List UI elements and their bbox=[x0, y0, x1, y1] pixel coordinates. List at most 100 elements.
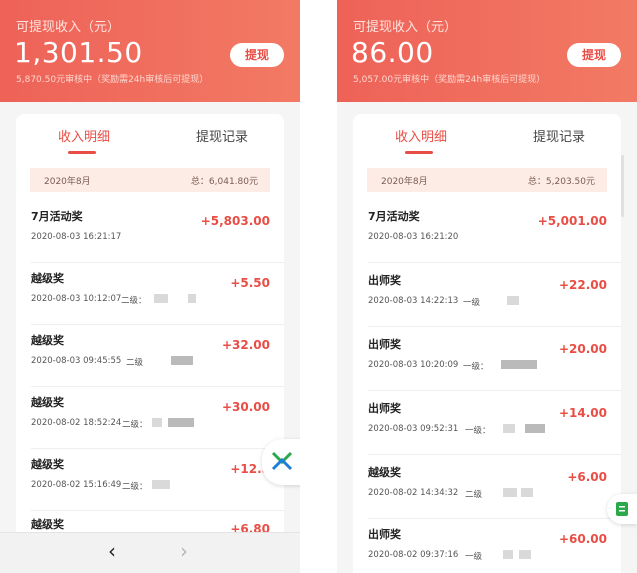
reward-amount: +6.00 bbox=[567, 470, 607, 484]
reward-amount: +5.50 bbox=[230, 276, 270, 290]
reward-title: 越级奖 bbox=[368, 466, 401, 479]
pending-review-note: 5,057.00元审核中（奖励需24h审核后可提现） bbox=[353, 75, 546, 85]
month-label: 2020年8月 bbox=[44, 177, 91, 187]
income-card: 收入明细 提现记录 2020年8月 总：6,041.80元 7月活动奖 +5,8… bbox=[16, 114, 284, 573]
withdrawable-label: 可提现收入（元） bbox=[353, 20, 458, 35]
active-tab-indicator bbox=[405, 151, 433, 154]
list-item[interactable]: 出师奖 +14.00 2020-08-03 09:52:31 一级： bbox=[353, 400, 621, 462]
referral-level: 一级： bbox=[463, 362, 489, 372]
income-header: 可提现收入（元） 86.00 5,057.00元审核中（奖励需24h审核后可提现… bbox=[337, 0, 637, 102]
list-item[interactable]: 出师奖 +22.00 2020-08-03 14:22:13 一级 bbox=[353, 272, 621, 334]
forward-button[interactable]: › bbox=[180, 539, 188, 563]
reward-title: 越级奖 bbox=[31, 458, 64, 471]
row-divider bbox=[31, 324, 284, 325]
left-screen: 可提现收入（元） 1,301.50 5,870.50元审核中（奖励需24h审核后… bbox=[0, 0, 300, 573]
reward-amount: +60.00 bbox=[558, 532, 607, 546]
reward-time: 2020-08-03 16:21:17 bbox=[31, 232, 122, 242]
pending-review-note: 5,870.50元审核中（奖励需24h审核后可提现） bbox=[16, 75, 209, 85]
tab-income-details[interactable]: 收入明细 bbox=[58, 126, 110, 145]
reward-amount: +5,803.00 bbox=[200, 214, 270, 228]
list-item[interactable]: 7月活动奖 +5,001.00 2020-08-03 16:21:20 bbox=[353, 208, 621, 270]
month-label: 2020年8月 bbox=[381, 177, 428, 187]
referral-level: 二级： bbox=[121, 296, 147, 306]
reward-amount: +14.00 bbox=[558, 406, 607, 420]
reward-title: 越级奖 bbox=[31, 272, 64, 285]
tab-bar: 收入明细 提现记录 bbox=[16, 114, 284, 158]
row-divider bbox=[368, 262, 621, 263]
reward-title: 7月活动奖 bbox=[31, 210, 83, 223]
redacted-name bbox=[525, 424, 545, 433]
redacted-name bbox=[503, 550, 513, 559]
row-divider bbox=[368, 390, 621, 391]
reward-title: 出师奖 bbox=[368, 402, 401, 415]
floating-side-tab[interactable] bbox=[607, 494, 637, 524]
redacted-name bbox=[154, 294, 168, 303]
reward-amount: +32.00 bbox=[221, 338, 270, 352]
reward-time: 2020-08-03 09:52:31 bbox=[368, 424, 459, 434]
month-total: 总：6,041.80元 bbox=[190, 177, 258, 187]
redacted-name bbox=[501, 360, 537, 369]
back-button[interactable]: ‹ bbox=[108, 539, 116, 563]
reward-title: 出师奖 bbox=[368, 274, 401, 287]
list-item[interactable]: 越级奖 +6.00 2020-08-02 14:34:32 二级 bbox=[353, 464, 621, 526]
reward-time: 2020-08-03 16:21:20 bbox=[368, 232, 459, 242]
row-divider bbox=[31, 386, 284, 387]
tab-withdraw-records[interactable]: 提现记录 bbox=[533, 126, 585, 145]
list-item[interactable]: 出师奖 +20.00 2020-08-03 10:20:09 一级： bbox=[353, 336, 621, 398]
redacted-name bbox=[168, 418, 194, 427]
withdraw-button[interactable]: 提现 bbox=[567, 43, 621, 67]
reward-time: 2020-08-03 10:12:07 bbox=[31, 294, 122, 304]
reward-amount: +5,001.00 bbox=[537, 214, 607, 228]
reward-title: 出师奖 bbox=[368, 338, 401, 351]
reward-title: 越级奖 bbox=[31, 518, 64, 531]
reward-title: 7月活动奖 bbox=[368, 210, 420, 223]
list-item[interactable]: 7月活动奖 +5,803.00 2020-08-03 16:21:17 bbox=[16, 208, 284, 270]
reward-time: 2020-08-03 09:45:55 bbox=[31, 356, 122, 366]
month-summary: 2020年8月 总：6,041.80元 bbox=[30, 168, 270, 192]
income-header: 可提现收入（元） 1,301.50 5,870.50元审核中（奖励需24h审核后… bbox=[0, 0, 300, 102]
redacted-name bbox=[519, 550, 531, 559]
referral-level: 一级： bbox=[465, 426, 491, 436]
screen-gap bbox=[300, 0, 337, 573]
document-icon bbox=[616, 502, 628, 516]
withdraw-button[interactable]: 提现 bbox=[230, 43, 284, 67]
redacted-name bbox=[171, 356, 193, 365]
referral-level: 二级 bbox=[126, 358, 144, 368]
row-divider bbox=[31, 448, 284, 449]
withdrawable-amount: 86.00 bbox=[351, 36, 434, 69]
reward-time: 2020-08-02 15:16:49 bbox=[31, 480, 122, 490]
tab-withdraw-records[interactable]: 提现记录 bbox=[196, 126, 248, 145]
referral-level: 一级 bbox=[465, 552, 483, 562]
month-total: 总：5,203.50元 bbox=[527, 177, 595, 187]
redacted-name bbox=[503, 424, 515, 433]
reward-amount: +20.00 bbox=[558, 342, 607, 356]
redacted-name bbox=[188, 294, 196, 303]
withdrawable-label: 可提现收入（元） bbox=[16, 20, 121, 35]
list-item[interactable]: 出师奖 +60.00 2020-08-02 09:37:16 一级 bbox=[353, 526, 621, 573]
list-item[interactable]: 越级奖 +30.00 2020-08-02 18:52:24 二级： bbox=[16, 394, 284, 456]
row-divider bbox=[368, 454, 621, 455]
referral-level: 二级： bbox=[122, 482, 148, 492]
right-screen: 可提现收入（元） 86.00 5,057.00元审核中（奖励需24h审核后可提现… bbox=[337, 0, 637, 573]
list-item[interactable]: 越级奖 +5.50 2020-08-03 10:12:07 二级： bbox=[16, 270, 284, 332]
reward-time: 2020-08-03 10:20:09 bbox=[368, 360, 459, 370]
row-divider bbox=[368, 518, 621, 519]
browser-nav-bar: ‹ › bbox=[0, 532, 300, 573]
redacted-name bbox=[507, 296, 519, 305]
row-divider bbox=[31, 262, 284, 263]
reward-title: 越级奖 bbox=[31, 334, 64, 347]
list-item[interactable]: 越级奖 +12.5 2020-08-02 15:16:49 二级： bbox=[16, 456, 284, 518]
list-item[interactable]: 越级奖 +32.00 2020-08-03 09:45:55 二级 bbox=[16, 332, 284, 394]
reward-amount: +30.00 bbox=[221, 400, 270, 414]
app-logo-icon bbox=[271, 451, 293, 471]
redacted-name bbox=[521, 488, 533, 497]
withdrawable-amount: 1,301.50 bbox=[14, 36, 143, 69]
reward-time: 2020-08-03 14:22:13 bbox=[368, 296, 459, 306]
scrollbar[interactable] bbox=[621, 155, 624, 217]
referral-level: 二级 bbox=[465, 490, 483, 500]
referral-level: 一级 bbox=[463, 298, 481, 308]
referral-level: 二级： bbox=[122, 420, 148, 430]
tab-income-details[interactable]: 收入明细 bbox=[395, 126, 447, 145]
floating-app-badge[interactable] bbox=[262, 439, 300, 485]
reward-title: 出师奖 bbox=[368, 528, 401, 541]
